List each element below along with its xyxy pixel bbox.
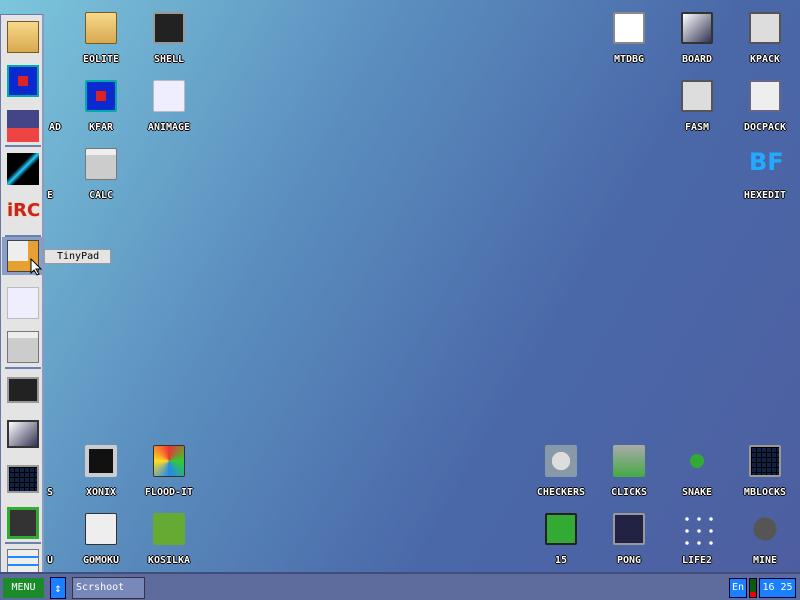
animage-icon[interactable]: [7, 287, 39, 319]
desktop-icon-life2[interactable]: LIFE2: [663, 513, 731, 566]
desktop-icon-gomoku[interactable]: GOMOKU: [67, 513, 135, 566]
desktop-icon-pong[interactable]: PONG: [595, 513, 663, 566]
dots-icon: [681, 513, 713, 545]
desktop-icon-kpack[interactable]: KPACK: [731, 12, 799, 65]
icon-label: SHELL: [153, 54, 185, 65]
icon-label: ANIMAGE: [147, 122, 191, 133]
calculator-icon: [85, 148, 117, 180]
icon-label: BOARD: [681, 54, 713, 65]
icon-label: HEXEDIT: [743, 190, 787, 201]
xonix-icon: [85, 445, 117, 477]
pong-icon: [613, 513, 645, 545]
cube-icon: [153, 445, 185, 477]
fasm-icon: [681, 80, 713, 112]
tooltip: TinyPad: [44, 249, 111, 264]
animage-icon: [153, 80, 185, 112]
folder-icon[interactable]: [7, 21, 39, 53]
calculator-icon[interactable]: [7, 331, 39, 363]
icon-label: EOLITE: [82, 54, 120, 65]
desktop-icon-xonix[interactable]: XONIX: [67, 445, 135, 498]
quick-launch-panel: iRC: [0, 14, 44, 586]
desktop-icon-mine[interactable]: MINE: [731, 513, 799, 566]
clock[interactable]: 16 25: [759, 578, 796, 598]
separator: [5, 145, 41, 147]
bf-logo-icon: BF: [749, 148, 784, 176]
desktop-icon-mtdbg[interactable]: MTDBG: [595, 12, 663, 65]
icon-label: GOMOKU: [82, 555, 120, 566]
desktop-icon-shell[interactable]: SHELL: [135, 12, 203, 65]
menu-button[interactable]: MENU: [3, 578, 44, 598]
desktop-icon-clicks[interactable]: CLICKS: [595, 445, 663, 498]
desktop-icon-calc[interactable]: CALC: [67, 148, 135, 201]
desktop-icon-15[interactable]: 15: [527, 513, 595, 566]
folder-icon: [85, 12, 117, 44]
icon-label: MINE: [752, 555, 778, 566]
kfar-icon: [85, 80, 117, 112]
desktop-icon-flood-it[interactable]: FLOOD-IT: [135, 445, 203, 498]
desktop-icon-checkers[interactable]: CHECKERS: [527, 445, 595, 498]
cabinet-icon: [749, 80, 781, 112]
mine-icon: [749, 513, 781, 545]
grid-15-icon: [545, 513, 577, 545]
icon-label: FASM: [684, 122, 710, 133]
icon-label: KOSILKA: [147, 555, 191, 566]
desktop-icon-kosilka[interactable]: KOSILKA: [135, 513, 203, 566]
grid-game-icon[interactable]: [7, 465, 39, 493]
task-button-scrshoot[interactable]: Scrshoot: [72, 577, 145, 599]
snake-icon: [681, 445, 713, 477]
windows-icon[interactable]: [7, 420, 39, 448]
mouse-cursor-icon: [30, 258, 42, 276]
grid-icon: [749, 445, 781, 477]
windows-icon: [681, 12, 713, 44]
icon-label: CALC: [88, 190, 114, 201]
kfar-icon[interactable]: [7, 65, 39, 97]
icon-label: CLICKS: [610, 487, 648, 498]
desktop-icon-kfar[interactable]: KFAR: [67, 80, 135, 133]
icon-label: KFAR: [88, 122, 114, 133]
icon-label: MBLOCKS: [743, 487, 787, 498]
lawnmower-icon: [153, 513, 185, 545]
icon-label: KPACK: [749, 54, 781, 65]
cpu-load-meter: [749, 578, 757, 598]
debugger-icon: [613, 12, 645, 44]
separator: [5, 542, 41, 544]
desktop-icon-hexedit[interactable]: BF HEXEDIT: [731, 148, 799, 201]
desktop-icon-docpack[interactable]: DOCPACK: [731, 80, 799, 133]
cpu-icon[interactable]: [7, 507, 39, 539]
icon-label: MTDBG: [613, 54, 645, 65]
desktop-icon-board[interactable]: BOARD: [663, 12, 731, 65]
icon-label: 15: [554, 555, 568, 566]
separator: [5, 367, 41, 369]
desktop-icon-mblocks[interactable]: MBLOCKS: [731, 445, 799, 498]
icon-label: FLOOD-IT: [144, 487, 194, 498]
desktop-icon-fasm[interactable]: FASM: [663, 80, 731, 133]
icon-label: PONG: [616, 555, 642, 566]
desktop-icon-snake[interactable]: SNAKE: [663, 445, 731, 498]
terminal-icon[interactable]: [7, 377, 39, 403]
desktop-icon-eolite[interactable]: EOLITE: [67, 12, 135, 65]
tic-tac-toe-icon: [85, 513, 117, 545]
desktop-icon-animage[interactable]: ANIMAGE: [135, 80, 203, 133]
language-indicator[interactable]: En: [729, 578, 747, 598]
separator: [5, 235, 41, 237]
terminal-icon: [153, 12, 185, 44]
blocks-icon: [613, 445, 645, 477]
icon-label: LIFE2: [681, 555, 713, 566]
taskbar: MENU ↕ Scrshoot En 16 25: [0, 572, 800, 600]
pack-icon: [749, 12, 781, 44]
checkers-icon: [545, 445, 577, 477]
floppy-icon[interactable]: [7, 110, 39, 142]
icon-label: SNAKE: [681, 487, 713, 498]
icon-label: DOCPACK: [743, 122, 787, 133]
icon-label: XONIX: [85, 487, 117, 498]
up-down-arrow-icon[interactable]: ↕: [50, 577, 66, 599]
icon-label: CHECKERS: [536, 487, 586, 498]
resistor-icon[interactable]: [7, 153, 39, 185]
